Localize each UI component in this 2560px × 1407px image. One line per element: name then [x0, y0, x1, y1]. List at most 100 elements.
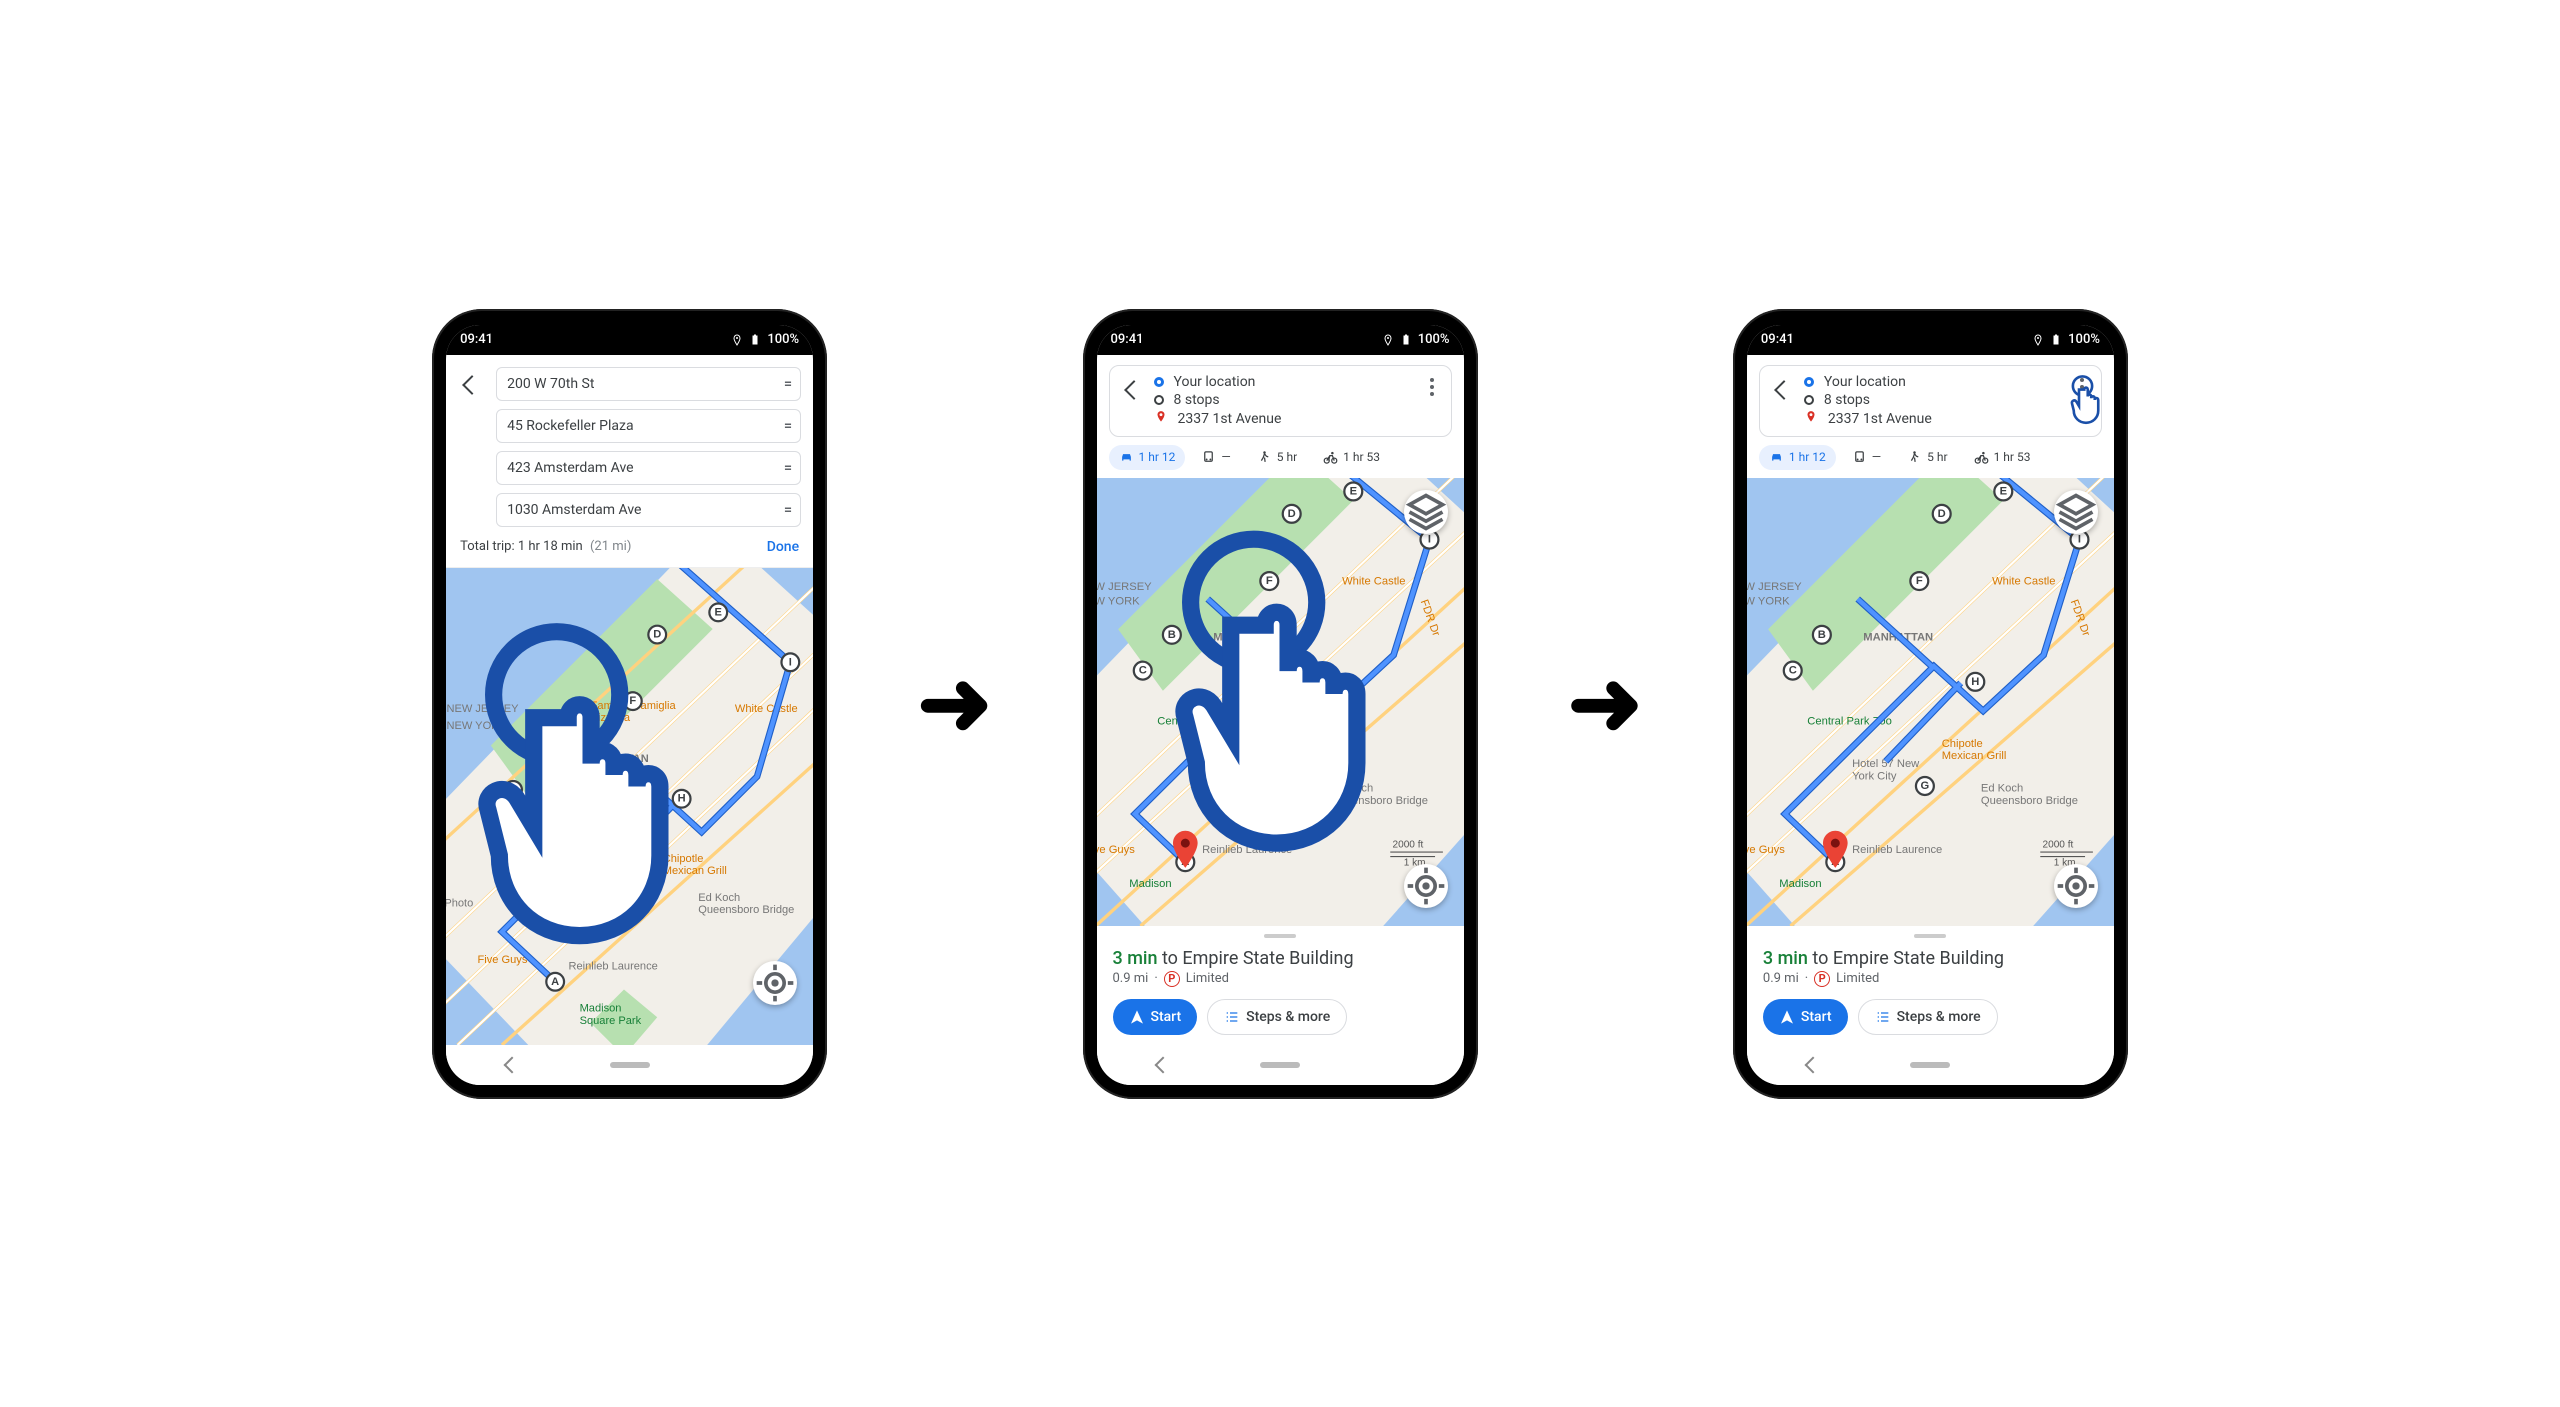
nav-back-icon[interactable]: [504, 1056, 521, 1073]
stop-chip[interactable]: 423 Amsterdam Ave =: [496, 451, 801, 485]
stop-chip[interactable]: 1030 Amsterdam Ave =: [496, 493, 801, 527]
mode-walking[interactable]: 5 hr: [1247, 445, 1307, 470]
svg-text:Central Park Zoo: Central Park Zoo: [535, 830, 619, 842]
svg-text:Madison: Madison: [1779, 877, 1821, 889]
mode-driving[interactable]: 1 hr 12: [1759, 445, 1836, 470]
svg-text:I: I: [1427, 533, 1430, 545]
status-bar: 09:41 100%: [1097, 325, 1464, 355]
start-button[interactable]: Start: [1113, 999, 1198, 1035]
bottom-sheet[interactable]: 3 min to Empire State Building 0.9 mi· P…: [1747, 926, 2114, 1045]
mode-cycling[interactable]: 1 hr 53: [1964, 445, 2041, 470]
bottom-sheet[interactable]: 3 min to Empire State Building 0.9 mi · …: [1097, 926, 1464, 1045]
svg-text:F: F: [1916, 575, 1923, 587]
my-location-fab[interactable]: [2054, 864, 2098, 908]
nav-back-icon[interactable]: [1804, 1056, 1821, 1073]
battery-icon: [1400, 334, 1412, 346]
battery-icon: [2050, 334, 2062, 346]
map-area[interactable]: NEW JERSEY NEW YORK MANHATTAN White Cast…: [1097, 478, 1464, 926]
svg-text:H: H: [1971, 675, 1979, 687]
steps-button[interactable]: Steps & more: [1207, 999, 1347, 1035]
svg-text:G: G: [636, 894, 645, 906]
done-button[interactable]: Done: [767, 539, 799, 555]
status-time: 09:41: [460, 332, 493, 347]
eta-distance: 0.9 mi: [1113, 971, 1149, 986]
map-area[interactable]: NEW JERSEY NEW YORK MANHATTAN White Cast…: [1747, 478, 2114, 926]
route-summary-card[interactable]: Your location 8 stops 2337 1st Avenue: [1759, 365, 2102, 437]
stop-label: 423 Amsterdam Ave: [507, 460, 634, 476]
svg-text:I: I: [789, 656, 792, 668]
map-area[interactable]: NEW JERSEY NEW YORK MANHATTAN Famous Fam…: [446, 568, 813, 1045]
drag-handle-icon[interactable]: =: [784, 460, 790, 476]
android-navbar: [1097, 1045, 1464, 1085]
location-icon: [1382, 334, 1394, 346]
svg-text:F: F: [630, 695, 637, 707]
drag-handle-icon[interactable]: =: [784, 418, 790, 434]
svg-text:York City: York City: [569, 885, 613, 897]
overflow-menu-button[interactable]: [2073, 378, 2091, 396]
stop-label: 1030 Amsterdam Ave: [507, 502, 641, 518]
svg-text:Reinlieb Laurence: Reinlieb Laurence: [1202, 844, 1292, 856]
nav-back-icon[interactable]: [1154, 1056, 1171, 1073]
trip-total-label: Total trip: 1 hr 18 min (21 mi): [460, 539, 631, 554]
phone-frame-2: 09:41 100% Your location 8 stops 2337 1s…: [1083, 309, 1478, 1099]
svg-text:C: C: [509, 783, 517, 795]
svg-text:NEW JERSEY: NEW JERSEY: [1747, 581, 1802, 593]
svg-text:White Castle: White Castle: [1992, 575, 2055, 587]
svg-text:Madison: Madison: [1129, 877, 1171, 889]
svg-text:E: E: [1349, 485, 1357, 497]
parking-label: Limited: [1186, 971, 1229, 986]
svg-text:Five Guys: Five Guys: [478, 953, 528, 965]
mode-transit[interactable]: —: [1191, 445, 1240, 470]
layers-fab[interactable]: [1404, 490, 1448, 534]
svg-text:Ed Koch: Ed Koch: [1981, 782, 2023, 794]
overflow-menu-button[interactable]: [1423, 378, 1441, 396]
svg-text:NEW JERSEY: NEW JERSEY: [447, 703, 520, 715]
layers-fab[interactable]: [2054, 490, 2098, 534]
stops-dot-icon: [1154, 395, 1164, 405]
mode-transit[interactable]: —: [1842, 445, 1891, 470]
svg-text:Ed Koch: Ed Koch: [1330, 782, 1372, 794]
sheet-handle[interactable]: [1914, 934, 1946, 938]
svg-text:G: G: [1270, 780, 1279, 792]
svg-text:G: G: [1920, 780, 1929, 792]
my-location-fab[interactable]: [1404, 864, 1448, 908]
back-button[interactable]: [458, 373, 482, 397]
mode-driving[interactable]: 1 hr 12: [1109, 445, 1186, 470]
stop-chip[interactable]: 200 W 70th St=: [496, 367, 801, 401]
nav-home-handle[interactable]: [610, 1062, 650, 1068]
back-button[interactable]: [1120, 378, 1144, 402]
bike-icon: [1323, 450, 1338, 465]
svg-text:NEW JERSEY: NEW JERSEY: [1097, 581, 1152, 593]
nav-home-handle[interactable]: [1910, 1062, 1950, 1068]
drag-handle-icon[interactable]: =: [784, 376, 790, 392]
svg-text:Square Park: Square Park: [580, 1014, 642, 1026]
svg-text:C: C: [1789, 664, 1797, 676]
route-summary-card[interactable]: Your location 8 stops 2337 1st Avenue: [1109, 365, 1452, 437]
mode-walking[interactable]: 5 hr: [1897, 445, 1957, 470]
nav-home-handle[interactable]: [1260, 1062, 1300, 1068]
stop-chip[interactable]: 45 Rockefeller Plaza =: [496, 409, 801, 443]
my-location-fab[interactable]: [753, 961, 797, 1005]
svg-text:NEW YORK: NEW YORK: [1097, 595, 1140, 607]
parking-icon: P: [1814, 971, 1830, 987]
steps-button[interactable]: Steps & more: [1858, 999, 1998, 1035]
svg-text:B: B: [1167, 628, 1175, 640]
svg-text:2000 ft: 2000 ft: [2042, 839, 2073, 850]
mode-cycling[interactable]: 1 hr 53: [1313, 445, 1390, 470]
stop-label: 45 Rockefeller Plaza: [507, 418, 634, 434]
destination-pin-icon: [1154, 410, 1168, 428]
svg-text:White Castle: White Castle: [735, 703, 798, 715]
svg-text:Queensboro Bridge: Queensboro Bridge: [1981, 794, 2078, 806]
eta-line: 3 min to Empire State Building: [1113, 948, 1448, 969]
drag-handle-icon[interactable]: =: [784, 502, 790, 518]
bike-icon: [1974, 450, 1989, 465]
sheet-handle[interactable]: [1264, 934, 1296, 938]
svg-text:Five Guys: Five Guys: [1097, 844, 1135, 856]
back-button[interactable]: [1770, 378, 1794, 402]
list-icon: [1224, 1009, 1240, 1025]
start-button[interactable]: Start: [1763, 999, 1848, 1035]
svg-text:Ed Koch: Ed Koch: [698, 891, 740, 903]
navigate-icon: [1129, 1009, 1145, 1025]
svg-text:H: H: [678, 792, 686, 804]
svg-text:White Castle: White Castle: [1342, 575, 1405, 587]
